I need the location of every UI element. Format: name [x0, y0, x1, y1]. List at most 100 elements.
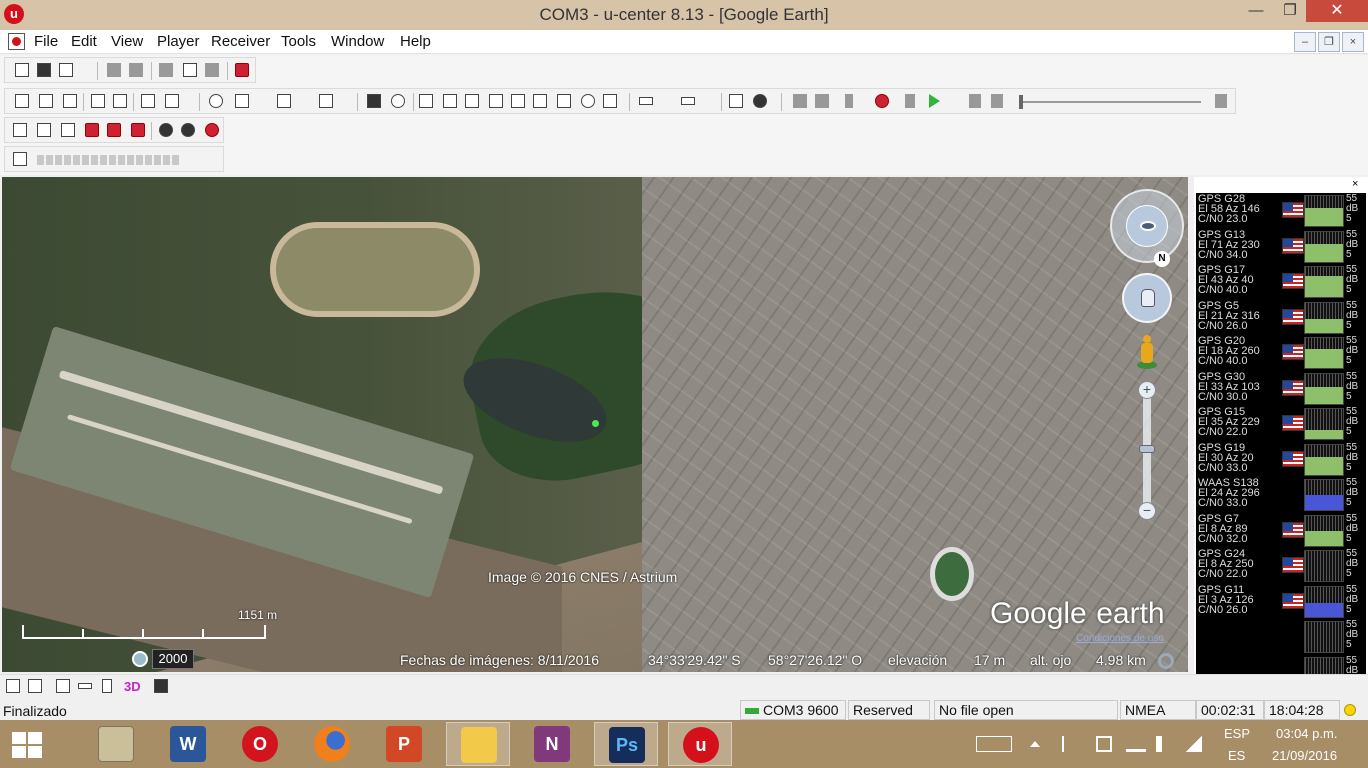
- historical-year[interactable]: 2000: [152, 649, 194, 669]
- google-earth-map[interactable]: Image © 2016 CNES / Astrium Google earth…: [2, 177, 1188, 672]
- mdi-restore-button[interactable]: ❐: [1318, 32, 1340, 52]
- paste-icon[interactable]: [205, 63, 219, 77]
- play-icon[interactable]: [929, 94, 940, 108]
- ruler-icon[interactable]: [78, 683, 92, 689]
- reset-icon[interactable]: [85, 123, 99, 137]
- pause-icon[interactable]: [845, 94, 853, 108]
- layers-icon[interactable]: [56, 679, 70, 693]
- debug-bug-icon[interactable]: [753, 94, 767, 108]
- copy-icon[interactable]: [183, 63, 197, 77]
- sky-view-icon[interactable]: [319, 94, 333, 108]
- look-navigation-ring[interactable]: N: [1110, 189, 1184, 267]
- rewind-start-icon[interactable]: [991, 94, 1003, 108]
- satellite-view-icon[interactable]: [533, 94, 547, 108]
- taskbar-app-fixer[interactable]: [84, 722, 148, 766]
- menu-window[interactable]: Window: [331, 33, 384, 50]
- message-filter-icon[interactable]: [13, 152, 27, 166]
- config-gear-icon[interactable]: [181, 123, 195, 137]
- document-icon[interactable]: [8, 33, 25, 50]
- connection-icon[interactable]: [639, 97, 653, 105]
- measure-icon[interactable]: [28, 679, 42, 693]
- zoom-in-button[interactable]: +: [1138, 381, 1156, 399]
- close-button[interactable]: ✕: [1306, 0, 1368, 22]
- taskbar-time[interactable]: 03:04 p.m.: [1276, 726, 1337, 741]
- port-status[interactable]: COM3 9600: [740, 700, 846, 720]
- clear-icon[interactable]: [235, 63, 249, 77]
- stop-icon[interactable]: [815, 94, 829, 108]
- taskbar-app-firefox[interactable]: [300, 722, 364, 766]
- step-forward-icon[interactable]: [905, 94, 915, 108]
- taskbar-app-file-explorer[interactable]: [446, 722, 510, 766]
- maximize-button[interactable]: ❐: [1274, 0, 1306, 22]
- cut-icon[interactable]: [159, 63, 173, 77]
- poll-icon[interactable]: [107, 123, 121, 137]
- minimize-button[interactable]: —: [1240, 0, 1272, 22]
- autobaud-icon[interactable]: [729, 94, 743, 108]
- battery-icon[interactable]: [1096, 736, 1112, 752]
- menu-help[interactable]: Help: [400, 33, 431, 50]
- debug-view-icon[interactable]: [603, 94, 617, 108]
- look-control[interactable]: [1126, 205, 1168, 247]
- compass-icon[interactable]: [391, 94, 405, 108]
- deviation-map-icon[interactable]: [277, 94, 291, 108]
- menu-tools[interactable]: Tools: [281, 33, 316, 50]
- menu-receiver[interactable]: Receiver: [211, 33, 270, 50]
- map-view-icon[interactable]: [235, 94, 249, 108]
- input-language[interactable]: ESP: [1224, 726, 1250, 741]
- new-file-icon[interactable]: [15, 63, 29, 77]
- taskbar-app-photoshop[interactable]: Ps: [594, 722, 658, 766]
- menu-player[interactable]: Player: [157, 33, 200, 50]
- message-view-icon[interactable]: [15, 94, 29, 108]
- baudrate-icon[interactable]: [681, 97, 695, 105]
- camera-view-icon[interactable]: [367, 94, 381, 108]
- save-config-gear-icon[interactable]: [205, 123, 219, 137]
- taskbar-app-powerpoint[interactable]: P: [372, 722, 436, 766]
- table-view-icon[interactable]: [113, 94, 127, 108]
- record-icon[interactable]: [875, 94, 889, 108]
- terms-link[interactable]: Condiciones de uso: [1076, 633, 1164, 644]
- view-3d-button[interactable]: 3D: [124, 679, 141, 694]
- placemark-icon[interactable]: [102, 679, 112, 693]
- playback-slider-thumb[interactable]: [1019, 95, 1023, 109]
- historical-imagery-icon[interactable]: [132, 651, 148, 667]
- signal-strength-icon[interactable]: [1186, 736, 1202, 752]
- zoom-slider-thumb[interactable]: [1139, 445, 1155, 453]
- mdi-close-button[interactable]: ×: [1342, 32, 1364, 52]
- warm-start-icon[interactable]: [37, 123, 51, 137]
- keyboard-layout[interactable]: ES: [1228, 748, 1245, 763]
- list-view-icon[interactable]: [511, 94, 525, 108]
- print-preview-icon[interactable]: [129, 63, 143, 77]
- taskbar-app-word[interactable]: W: [156, 722, 220, 766]
- eject-icon[interactable]: [793, 94, 807, 108]
- taskbar-date[interactable]: 21/09/2016: [1272, 748, 1337, 763]
- volume-icon[interactable]: [1156, 736, 1172, 752]
- hot-start-icon[interactable]: [13, 123, 27, 137]
- data-view-icon[interactable]: [419, 94, 433, 108]
- print-icon[interactable]: [107, 63, 121, 77]
- binary-view-icon[interactable]: [63, 94, 77, 108]
- north-indicator[interactable]: N: [1154, 251, 1170, 267]
- go-end-icon[interactable]: [1215, 94, 1227, 108]
- fast-forward-icon[interactable]: [969, 94, 981, 108]
- text-console-icon[interactable]: [91, 94, 105, 108]
- save-icon[interactable]: [37, 63, 51, 77]
- taskbar-app-ucenter[interactable]: u: [668, 722, 732, 766]
- network-icon[interactable]: [1126, 736, 1146, 752]
- chart-view-icon[interactable]: [165, 94, 179, 108]
- taskbar-app-opera[interactable]: O: [228, 722, 292, 766]
- keyboard-icon[interactable]: [976, 736, 1012, 752]
- statistics-icon[interactable]: [141, 94, 155, 108]
- playback-slider-track[interactable]: [1019, 101, 1201, 103]
- constellation-view-icon[interactable]: [557, 94, 571, 108]
- save-map-icon[interactable]: [154, 679, 168, 693]
- menu-view[interactable]: View: [111, 33, 143, 50]
- google-earth-icon[interactable]: [209, 94, 223, 108]
- action-center-flag-icon[interactable]: [1062, 736, 1076, 752]
- show-hidden-icons-chevron-icon[interactable]: [1030, 741, 1040, 747]
- packet-view-icon[interactable]: [39, 94, 53, 108]
- settings-gear-icon[interactable]: [159, 123, 173, 137]
- config-poll-icon[interactable]: [131, 123, 145, 137]
- mdi-minimize-button[interactable]: –: [1294, 32, 1316, 52]
- panel-close-icon[interactable]: ×: [1352, 178, 1358, 190]
- signal-view-icon[interactable]: [443, 94, 457, 108]
